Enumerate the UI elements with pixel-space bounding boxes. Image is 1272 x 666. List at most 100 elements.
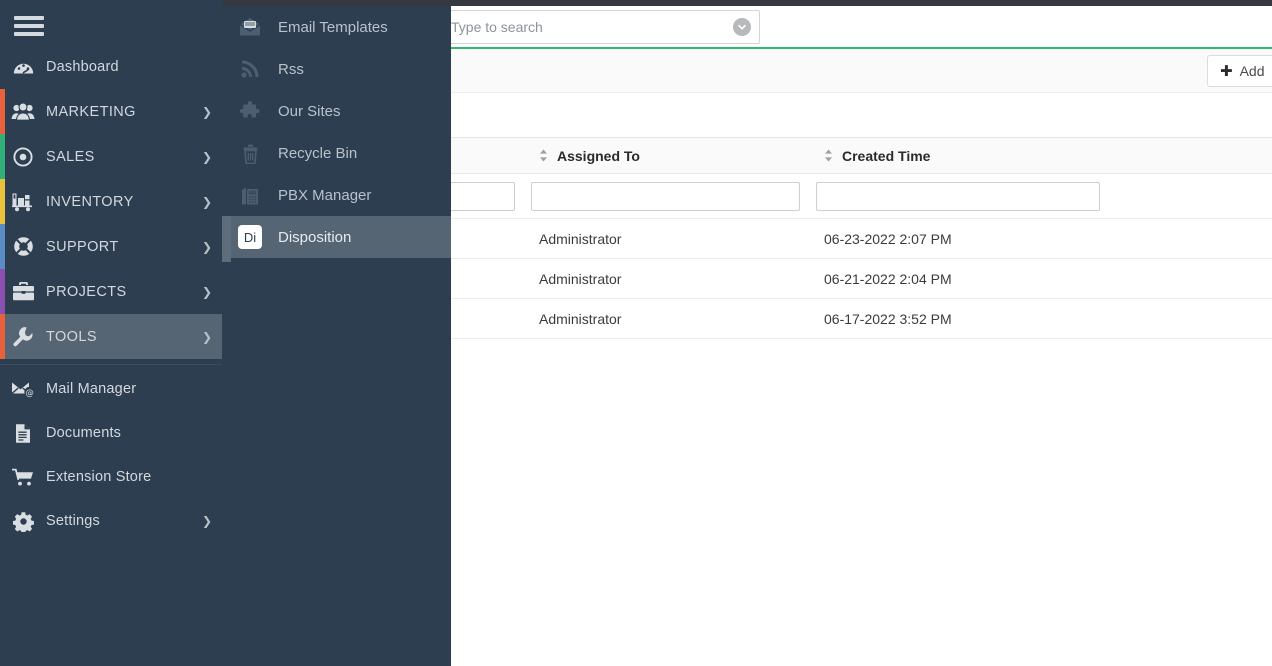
users-icon: [0, 102, 46, 121]
wrench-icon: [0, 326, 46, 348]
sidebar-item-tools[interactable]: TOOLS ❯: [0, 314, 222, 359]
sidebar-item-marketing[interactable]: MARKETING ❯: [0, 89, 222, 134]
dashboard-icon: [0, 58, 46, 75]
submenu-item-disposition[interactable]: Di Disposition: [222, 216, 451, 258]
submenu-item-label: Disposition: [278, 228, 352, 246]
sidebar-item-label: Settings: [46, 513, 100, 529]
cell-assigned-to: Administrator: [539, 310, 622, 327]
inventory-cart-icon: [0, 192, 46, 212]
cell-created-time: 06-23-2022 2:07 PM: [824, 230, 952, 247]
accent-bar: [0, 179, 5, 224]
menu-toggle-icon[interactable]: [10, 12, 50, 40]
cell-col3: [1108, 259, 1272, 299]
cell-created-time: 06-21-2022 2:04 PM: [824, 270, 952, 287]
column-header-created-time[interactable]: Created Time: [808, 138, 1108, 173]
svg-text:@: @: [25, 387, 33, 397]
sidebar-item-extension-store[interactable]: Extension Store: [0, 455, 222, 499]
sidebar-item-label: SALES: [46, 148, 95, 165]
chevron-right-icon: ❯: [201, 514, 212, 528]
submenu-item-label: Rss: [278, 60, 304, 78]
envelope-icon: [222, 17, 278, 37]
sidebar-item-inventory[interactable]: INVENTORY ❯: [0, 179, 222, 224]
chevron-down-circle-icon[interactable]: [733, 18, 751, 36]
left-sidebar: Dashboard MARKETING ❯ SALES ❯ INVENTORY …: [0, 0, 222, 666]
accent-bar: [0, 89, 5, 134]
cell-col3: [1108, 299, 1272, 339]
sidebar-scroll-thumb[interactable]: [222, 216, 231, 262]
lifebuoy-icon: [0, 236, 46, 257]
chevron-right-icon: ❯: [201, 329, 212, 344]
phone-system-icon: [222, 185, 278, 206]
sidebar-item-label: INVENTORY: [46, 193, 134, 210]
briefcase-icon: [0, 282, 46, 301]
accent-bar: [0, 224, 5, 269]
accent-bar: [0, 314, 5, 359]
search-input[interactable]: [451, 19, 733, 35]
add-button-label: Add: [1239, 63, 1265, 79]
disposition-badge-text: Di: [238, 225, 262, 249]
filter-input-created-time[interactable]: [816, 181, 1100, 211]
sidebar-item-label: Extension Store: [46, 469, 152, 485]
cell-col3: [1108, 219, 1272, 259]
accent-bar: [0, 269, 5, 314]
sidebar-item-label: SUPPORT: [46, 238, 119, 255]
trash-icon: [222, 143, 278, 164]
tools-submenu-panel: Email Templates Rss Our Sites Recycle Bi…: [222, 0, 451, 666]
sort-icon[interactable]: [539, 149, 548, 162]
shopping-cart-icon: [0, 468, 46, 487]
sidebar-item-label: Documents: [46, 425, 122, 441]
chevron-right-icon: ❯: [201, 284, 212, 299]
submenu-item-email-templates[interactable]: Email Templates: [222, 6, 451, 48]
chevron-right-icon: ❯: [201, 194, 212, 209]
chevron-right-icon: ❯: [201, 149, 212, 164]
mail-at-icon: @: [0, 380, 46, 398]
sidebar-item-mail-manager[interactable]: @ Mail Manager: [0, 367, 222, 411]
sidebar-item-label: PROJECTS: [46, 283, 127, 300]
sidebar-item-label: Mail Manager: [46, 381, 137, 397]
app-window: ✚ Add Assigned To: [0, 0, 1272, 666]
chevron-right-icon: ❯: [201, 104, 212, 119]
column-header-created-time-label: Created Time: [842, 147, 931, 164]
sidebar-item-label: MARKETING: [46, 103, 136, 120]
sidebar-item-dashboard[interactable]: Dashboard: [0, 44, 222, 89]
submenu-item-rss[interactable]: Rss: [222, 48, 451, 90]
sidebar-primary-nav: Dashboard MARKETING ❯ SALES ❯ INVENTORY …: [0, 44, 222, 359]
column-header-3: [1108, 138, 1272, 173]
submenu-item-label: PBX Manager: [278, 186, 372, 204]
sidebar-item-projects[interactable]: PROJECTS ❯: [0, 269, 222, 314]
column-header-assigned-to[interactable]: Assigned To: [523, 138, 808, 173]
chevron-right-icon: ❯: [201, 239, 212, 254]
filter-cell-assigned-to: [523, 174, 808, 219]
sidebar-item-support[interactable]: SUPPORT ❯: [0, 224, 222, 269]
document-icon: [0, 423, 46, 444]
sidebar-item-label: Dashboard: [46, 58, 119, 75]
submenu-item-label: Our Sites: [278, 102, 341, 120]
sidebar-item-label: TOOLS: [46, 328, 97, 345]
filter-input-assigned-to[interactable]: [531, 181, 800, 211]
submenu-item-our-sites[interactable]: Our Sites: [222, 90, 451, 132]
add-button[interactable]: ✚ Add: [1207, 55, 1272, 87]
submenu-item-pbx-manager[interactable]: PBX Manager: [222, 174, 451, 216]
rss-icon: [222, 59, 278, 79]
filter-cell-3: [1108, 174, 1272, 219]
sidebar-item-sales[interactable]: SALES ❯: [0, 134, 222, 179]
sidebar-secondary-nav: @ Mail Manager Documents Extension Store…: [0, 367, 222, 543]
cell-created-time: 06-17-2022 3:52 PM: [824, 310, 952, 327]
submenu-item-label: Email Templates: [278, 18, 388, 36]
puzzle-piece-icon: [222, 100, 278, 122]
column-header-assigned-to-label: Assigned To: [557, 147, 640, 164]
submenu-item-recycle-bin[interactable]: Recycle Bin: [222, 132, 451, 174]
filter-cell-created-time: [808, 174, 1108, 219]
cell-assigned-to: Administrator: [539, 270, 622, 287]
submenu-item-label: Recycle Bin: [278, 144, 358, 162]
gear-icon: [0, 511, 46, 532]
global-search[interactable]: [442, 10, 760, 44]
sidebar-item-settings[interactable]: Settings ❯: [0, 499, 222, 543]
target-icon: [0, 146, 46, 167]
sidebar-item-documents[interactable]: Documents: [0, 411, 222, 455]
plus-icon: ✚: [1220, 62, 1233, 80]
sidebar-divider: [0, 364, 222, 365]
cell-assigned-to: Administrator: [539, 230, 622, 247]
sort-icon[interactable]: [824, 149, 833, 162]
accent-bar: [0, 134, 5, 179]
